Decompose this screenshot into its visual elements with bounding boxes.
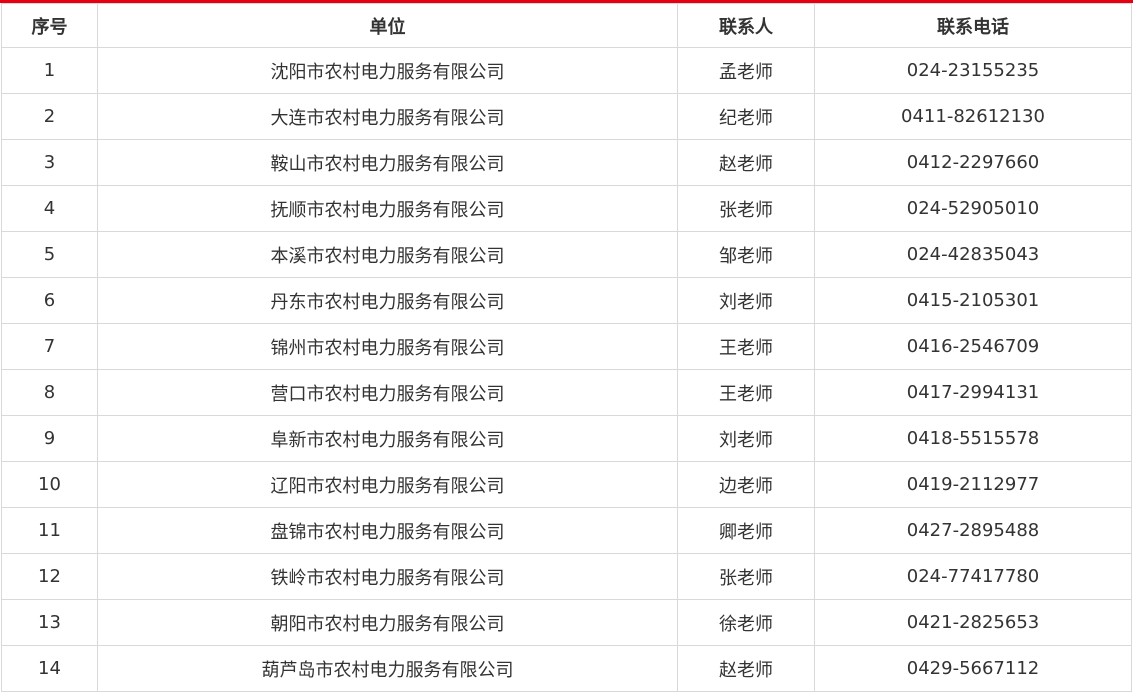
- cell-phone: 024-42835043: [814, 231, 1132, 278]
- cell-index: 7: [1, 323, 98, 370]
- cell-unit: 抚顺市农村电力服务有限公司: [97, 185, 678, 232]
- table-row: 14 葫芦岛市农村电力服务有限公司 赵老师 0429-5667112: [1, 645, 1132, 692]
- cell-phone: 024-23155235: [814, 47, 1132, 94]
- cell-unit: 营口市农村电力服务有限公司: [97, 369, 678, 416]
- cell-index: 13: [1, 599, 98, 646]
- table-row: 8 营口市农村电力服务有限公司 王老师 0417-2994131: [1, 369, 1132, 416]
- cell-contact: 刘老师: [677, 415, 815, 462]
- table-row: 3 鞍山市农村电力服务有限公司 赵老师 0412-2297660: [1, 139, 1132, 186]
- table-row: 4 抚顺市农村电力服务有限公司 张老师 024-52905010: [1, 185, 1132, 232]
- table-row: 10 辽阳市农村电力服务有限公司 边老师 0419-2112977: [1, 461, 1132, 508]
- cell-unit: 沈阳市农村电力服务有限公司: [97, 47, 678, 94]
- cell-index: 3: [1, 139, 98, 186]
- cell-contact: 赵老师: [677, 139, 815, 186]
- page: 序号 单位 联系人 联系电话 1 沈阳市农村电力服务有限公司 孟老师 024-2…: [0, 0, 1133, 695]
- cell-index: 11: [1, 507, 98, 554]
- cell-phone: 0417-2994131: [814, 369, 1132, 416]
- cell-index: 4: [1, 185, 98, 232]
- table-header: 序号 单位 联系人 联系电话: [1, 3, 1132, 48]
- table-row: 12 铁岭市农村电力服务有限公司 张老师 024-77417780: [1, 553, 1132, 600]
- cell-contact: 徐老师: [677, 599, 815, 646]
- cell-index: 14: [1, 645, 98, 692]
- cell-contact: 边老师: [677, 461, 815, 508]
- table-row: 11 盘锦市农村电力服务有限公司 卿老师 0427-2895488: [1, 507, 1132, 554]
- cell-contact: 邹老师: [677, 231, 815, 278]
- cell-unit: 朝阳市农村电力服务有限公司: [97, 599, 678, 646]
- cell-index: 1: [1, 47, 98, 94]
- cell-unit: 本溪市农村电力服务有限公司: [97, 231, 678, 278]
- table-row: 13 朝阳市农村电力服务有限公司 徐老师 0421-2825653: [1, 599, 1132, 646]
- table-row: 7 锦州市农村电力服务有限公司 王老师 0416-2546709: [1, 323, 1132, 370]
- header-unit: 单位: [97, 3, 678, 48]
- cell-unit: 辽阳市农村电力服务有限公司: [97, 461, 678, 508]
- header-contact: 联系人: [677, 3, 815, 48]
- cell-phone: 0415-2105301: [814, 277, 1132, 324]
- cell-index: 12: [1, 553, 98, 600]
- cell-contact: 刘老师: [677, 277, 815, 324]
- cell-index: 9: [1, 415, 98, 462]
- table-body: 1 沈阳市农村电力服务有限公司 孟老师 024-23155235 2 大连市农村…: [1, 47, 1132, 692]
- cell-index: 5: [1, 231, 98, 278]
- contact-table: 序号 单位 联系人 联系电话 1 沈阳市农村电力服务有限公司 孟老师 024-2…: [1, 3, 1132, 692]
- cell-contact: 张老师: [677, 185, 815, 232]
- cell-unit: 丹东市农村电力服务有限公司: [97, 277, 678, 324]
- cell-contact: 王老师: [677, 369, 815, 416]
- cell-contact: 纪老师: [677, 93, 815, 140]
- cell-index: 2: [1, 93, 98, 140]
- cell-index: 8: [1, 369, 98, 416]
- cell-contact: 王老师: [677, 323, 815, 370]
- cell-phone: 0429-5667112: [814, 645, 1132, 692]
- cell-unit: 阜新市农村电力服务有限公司: [97, 415, 678, 462]
- cell-index: 10: [1, 461, 98, 508]
- cell-contact: 张老师: [677, 553, 815, 600]
- cell-phone: 0411-82612130: [814, 93, 1132, 140]
- cell-unit: 鞍山市农村电力服务有限公司: [97, 139, 678, 186]
- cell-phone: 0421-2825653: [814, 599, 1132, 646]
- table-row: 9 阜新市农村电力服务有限公司 刘老师 0418-5515578: [1, 415, 1132, 462]
- cell-phone: 024-52905010: [814, 185, 1132, 232]
- cell-index: 6: [1, 277, 98, 324]
- cell-unit: 铁岭市农村电力服务有限公司: [97, 553, 678, 600]
- cell-phone: 0416-2546709: [814, 323, 1132, 370]
- cell-phone: 0418-5515578: [814, 415, 1132, 462]
- table-row: 5 本溪市农村电力服务有限公司 邹老师 024-42835043: [1, 231, 1132, 278]
- cell-contact: 赵老师: [677, 645, 815, 692]
- table-row: 6 丹东市农村电力服务有限公司 刘老师 0415-2105301: [1, 277, 1132, 324]
- cell-phone: 0412-2297660: [814, 139, 1132, 186]
- cell-contact: 孟老师: [677, 47, 815, 94]
- table-row: 1 沈阳市农村电力服务有限公司 孟老师 024-23155235: [1, 47, 1132, 94]
- header-phone: 联系电话: [814, 3, 1132, 48]
- cell-phone: 0427-2895488: [814, 507, 1132, 554]
- cell-unit: 锦州市农村电力服务有限公司: [97, 323, 678, 370]
- table-row: 2 大连市农村电力服务有限公司 纪老师 0411-82612130: [1, 93, 1132, 140]
- cell-unit: 盘锦市农村电力服务有限公司: [97, 507, 678, 554]
- cell-unit: 大连市农村电力服务有限公司: [97, 93, 678, 140]
- cell-phone: 0419-2112977: [814, 461, 1132, 508]
- cell-phone: 024-77417780: [814, 553, 1132, 600]
- header-index: 序号: [1, 3, 98, 48]
- header-row: 序号 单位 联系人 联系电话: [1, 3, 1132, 48]
- cell-unit: 葫芦岛市农村电力服务有限公司: [97, 645, 678, 692]
- cell-contact: 卿老师: [677, 507, 815, 554]
